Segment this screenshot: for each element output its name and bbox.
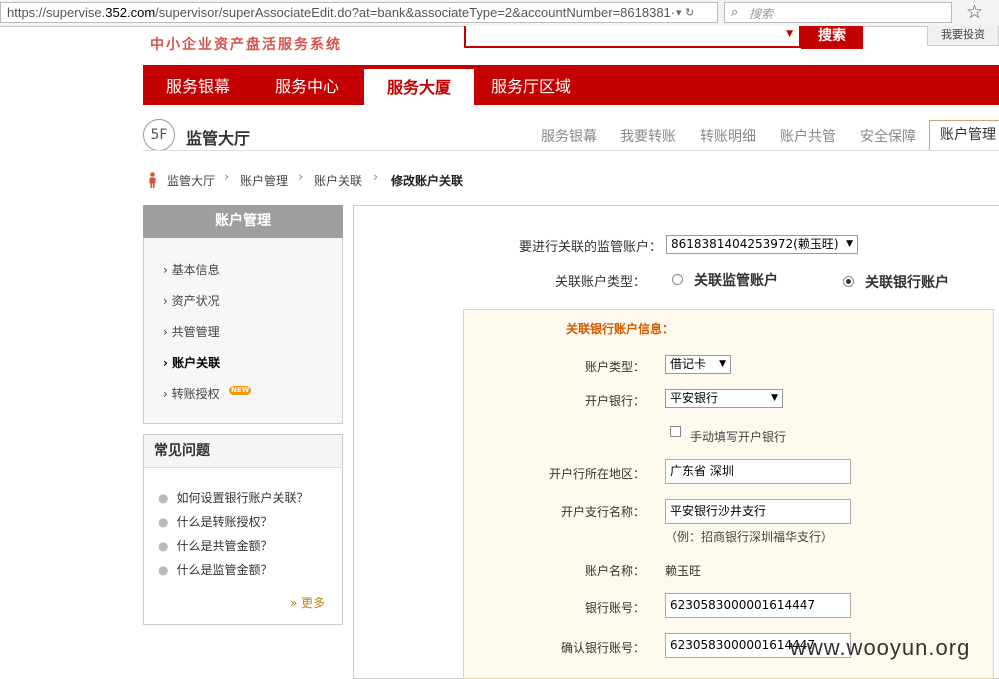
nav-item-screen[interactable]: 服务银幕 — [166, 65, 230, 105]
region-label: 开户行所在地区： — [548, 467, 645, 481]
faq-link[interactable]: ● 什么是转账授权？ — [158, 513, 273, 530]
assoc-bank-radio[interactable] — [843, 276, 854, 287]
account-no-label: 银行账号： — [584, 601, 645, 615]
reload-icon[interactable]: ▾ ↻ — [676, 5, 716, 21]
bank-value: 平安银行 — [670, 391, 719, 405]
site-slogan: 中小企业资产盘活服务系统 — [150, 37, 342, 53]
sidebar-item-label: 基本信息 — [171, 263, 220, 277]
sidebar-item-joint-manage[interactable]: › 共管管理 — [163, 323, 220, 340]
faq-more-label: 更多 — [301, 596, 326, 610]
account-name-value: 赖玉旺 — [665, 564, 702, 578]
faq-more-link[interactable]: » 更多 — [290, 594, 325, 611]
assoc-type-label: 关联账户类型： — [554, 275, 646, 290]
subnav-item-transfer[interactable]: 我要转账 — [620, 126, 676, 146]
new-badge: NEW — [229, 386, 252, 395]
subnav-item-screen[interactable]: 服务银幕 — [541, 126, 597, 146]
nav-item-center[interactable]: 服务中心 — [275, 65, 339, 105]
faq-link-label: 什么是转账授权？ — [176, 515, 273, 529]
supervise-account-label: 要进行关联的监管账户： — [518, 240, 662, 255]
faq-link[interactable]: ● 如何设置银行账户关联？ — [158, 489, 309, 506]
account-type-select[interactable]: 借记卡 ▼ — [665, 355, 731, 374]
chevron-right-icon: › — [298, 170, 304, 185]
sidebar-item-label: 共管管理 — [171, 325, 220, 339]
faq-link[interactable]: ● 什么是监管金额？ — [158, 561, 273, 578]
sidebar-item-account-link[interactable]: › 账户关联 — [163, 354, 220, 371]
bank-info-title: 关联银行账户信息： — [566, 322, 675, 336]
faq-link-label: 什么是监管金额？ — [176, 563, 273, 577]
chevron-right-icon: › — [373, 170, 379, 185]
breadcrumb-item[interactable]: 账户关联 — [314, 172, 362, 189]
nav-item-building-active[interactable]: 服务大厦 — [364, 69, 474, 105]
subnav-item-account-manage-active[interactable]: 账户管理 — [929, 120, 999, 150]
supervise-account-select[interactable]: 8618381404253972(赖玉旺) ▼ — [666, 235, 858, 254]
chevron-down-icon: ▼ — [771, 393, 778, 403]
site-search-input[interactable]: ▼ — [464, 26, 801, 48]
subnav-item-joint-account[interactable]: 账户共管 — [780, 126, 836, 146]
chevron-down-icon: ▼ — [846, 239, 853, 249]
assoc-supervise-radio[interactable] — [672, 274, 683, 285]
bullet-icon: ● — [158, 515, 169, 529]
address-bar[interactable]: https://supervise.352.com/supervisor/sup… — [0, 2, 718, 23]
chevron-down-icon[interactable]: ▼ — [786, 29, 793, 39]
assoc-supervise-label[interactable]: 关联监管账户 — [694, 270, 778, 290]
person-icon — [149, 172, 156, 188]
url-domain: 352.com — [105, 5, 156, 20]
bank-select[interactable]: 平安银行 ▼ — [665, 389, 783, 408]
assoc-bank-label[interactable]: 关联银行账户 — [865, 272, 949, 292]
breadcrumb-item[interactable]: 账户管理 — [240, 172, 288, 189]
bullet-icon: ● — [158, 491, 169, 505]
site-search-button[interactable]: 搜索 — [801, 26, 863, 49]
subnav-item-security[interactable]: 安全保障 — [860, 126, 916, 146]
sidebar-item-label: 转账授权 — [171, 387, 220, 401]
nav-item-hall-area[interactable]: 服务厅区域 — [491, 65, 571, 105]
main-nav: 服务银幕 服务中心 服务大厦 服务厅区域 — [143, 65, 999, 105]
bullet-icon: ● — [158, 563, 169, 577]
breadcrumb-current: 修改账户关联 — [391, 174, 464, 188]
sidebar-item-transfer-auth[interactable]: › 转账授权 — [163, 385, 220, 402]
supervise-account-value: 8618381404253972(赖玉旺) — [671, 237, 839, 251]
double-chevron-right-icon: » — [290, 596, 298, 610]
url-rest: /supervisor/superAssociateEdit.do?at=ban… — [155, 5, 676, 20]
bank-label: 开户银行： — [584, 394, 645, 408]
breadcrumb-item[interactable]: 监管大厅 — [167, 172, 215, 189]
browser-search-placeholder: 搜索 — [749, 7, 774, 21]
subnav-item-transfer-detail[interactable]: 转账明细 — [700, 126, 756, 146]
watermark: www.wooyun.org — [790, 635, 971, 660]
account-type-label: 账户类型： — [584, 360, 645, 374]
region-input[interactable]: 广东省 深圳 — [665, 459, 851, 484]
page-title: 监管大厅 — [186, 129, 251, 148]
faq-title: 常见问题 — [144, 435, 342, 468]
confirm-no-label: 确认银行账号： — [560, 641, 645, 655]
branch-label: 开户支行名称： — [560, 505, 645, 519]
chevron-right-icon: › — [224, 170, 230, 185]
chevron-down-icon: ▼ — [719, 359, 726, 369]
faq-link-label: 如何设置银行账户关联？ — [176, 491, 309, 505]
floor-badge: 5F — [143, 119, 175, 151]
browser-search-input[interactable]: ⌕ 搜索 — [724, 2, 952, 23]
divider — [143, 150, 999, 151]
branch-input[interactable]: 平安银行沙井支行 — [665, 499, 851, 524]
invest-button[interactable]: 我要投资 — [927, 26, 999, 46]
sidebar-item-assets[interactable]: › 资产状况 — [163, 292, 220, 309]
faq-link[interactable]: ● 什么是共管金额？ — [158, 537, 273, 554]
search-icon: ⌕ — [731, 5, 739, 20]
sidebar-title: 账户管理 — [143, 205, 343, 238]
account-type-value: 借记卡 — [670, 357, 707, 371]
bookmark-star-icon[interactable]: ☆ — [966, 1, 983, 23]
sidebar-item-label: 账户关联 — [172, 356, 221, 370]
sidebar-item-label: 资产状况 — [171, 294, 220, 308]
url-prefix: https://supervise. — [7, 5, 106, 20]
account-no-input[interactable]: 6230583000001614447 — [665, 593, 851, 618]
bullet-icon: ● — [158, 539, 169, 553]
faq-link-label: 什么是共管金额？ — [176, 539, 273, 553]
account-name-label: 账户名称： — [584, 564, 645, 578]
branch-hint: （例：招商银行深圳福华支行） — [665, 530, 834, 544]
sidebar-item-basic-info[interactable]: › 基本信息 — [163, 261, 220, 278]
manual-bank-label[interactable]: 手动填写开户银行 — [690, 428, 786, 445]
manual-bank-checkbox[interactable] — [670, 426, 681, 437]
